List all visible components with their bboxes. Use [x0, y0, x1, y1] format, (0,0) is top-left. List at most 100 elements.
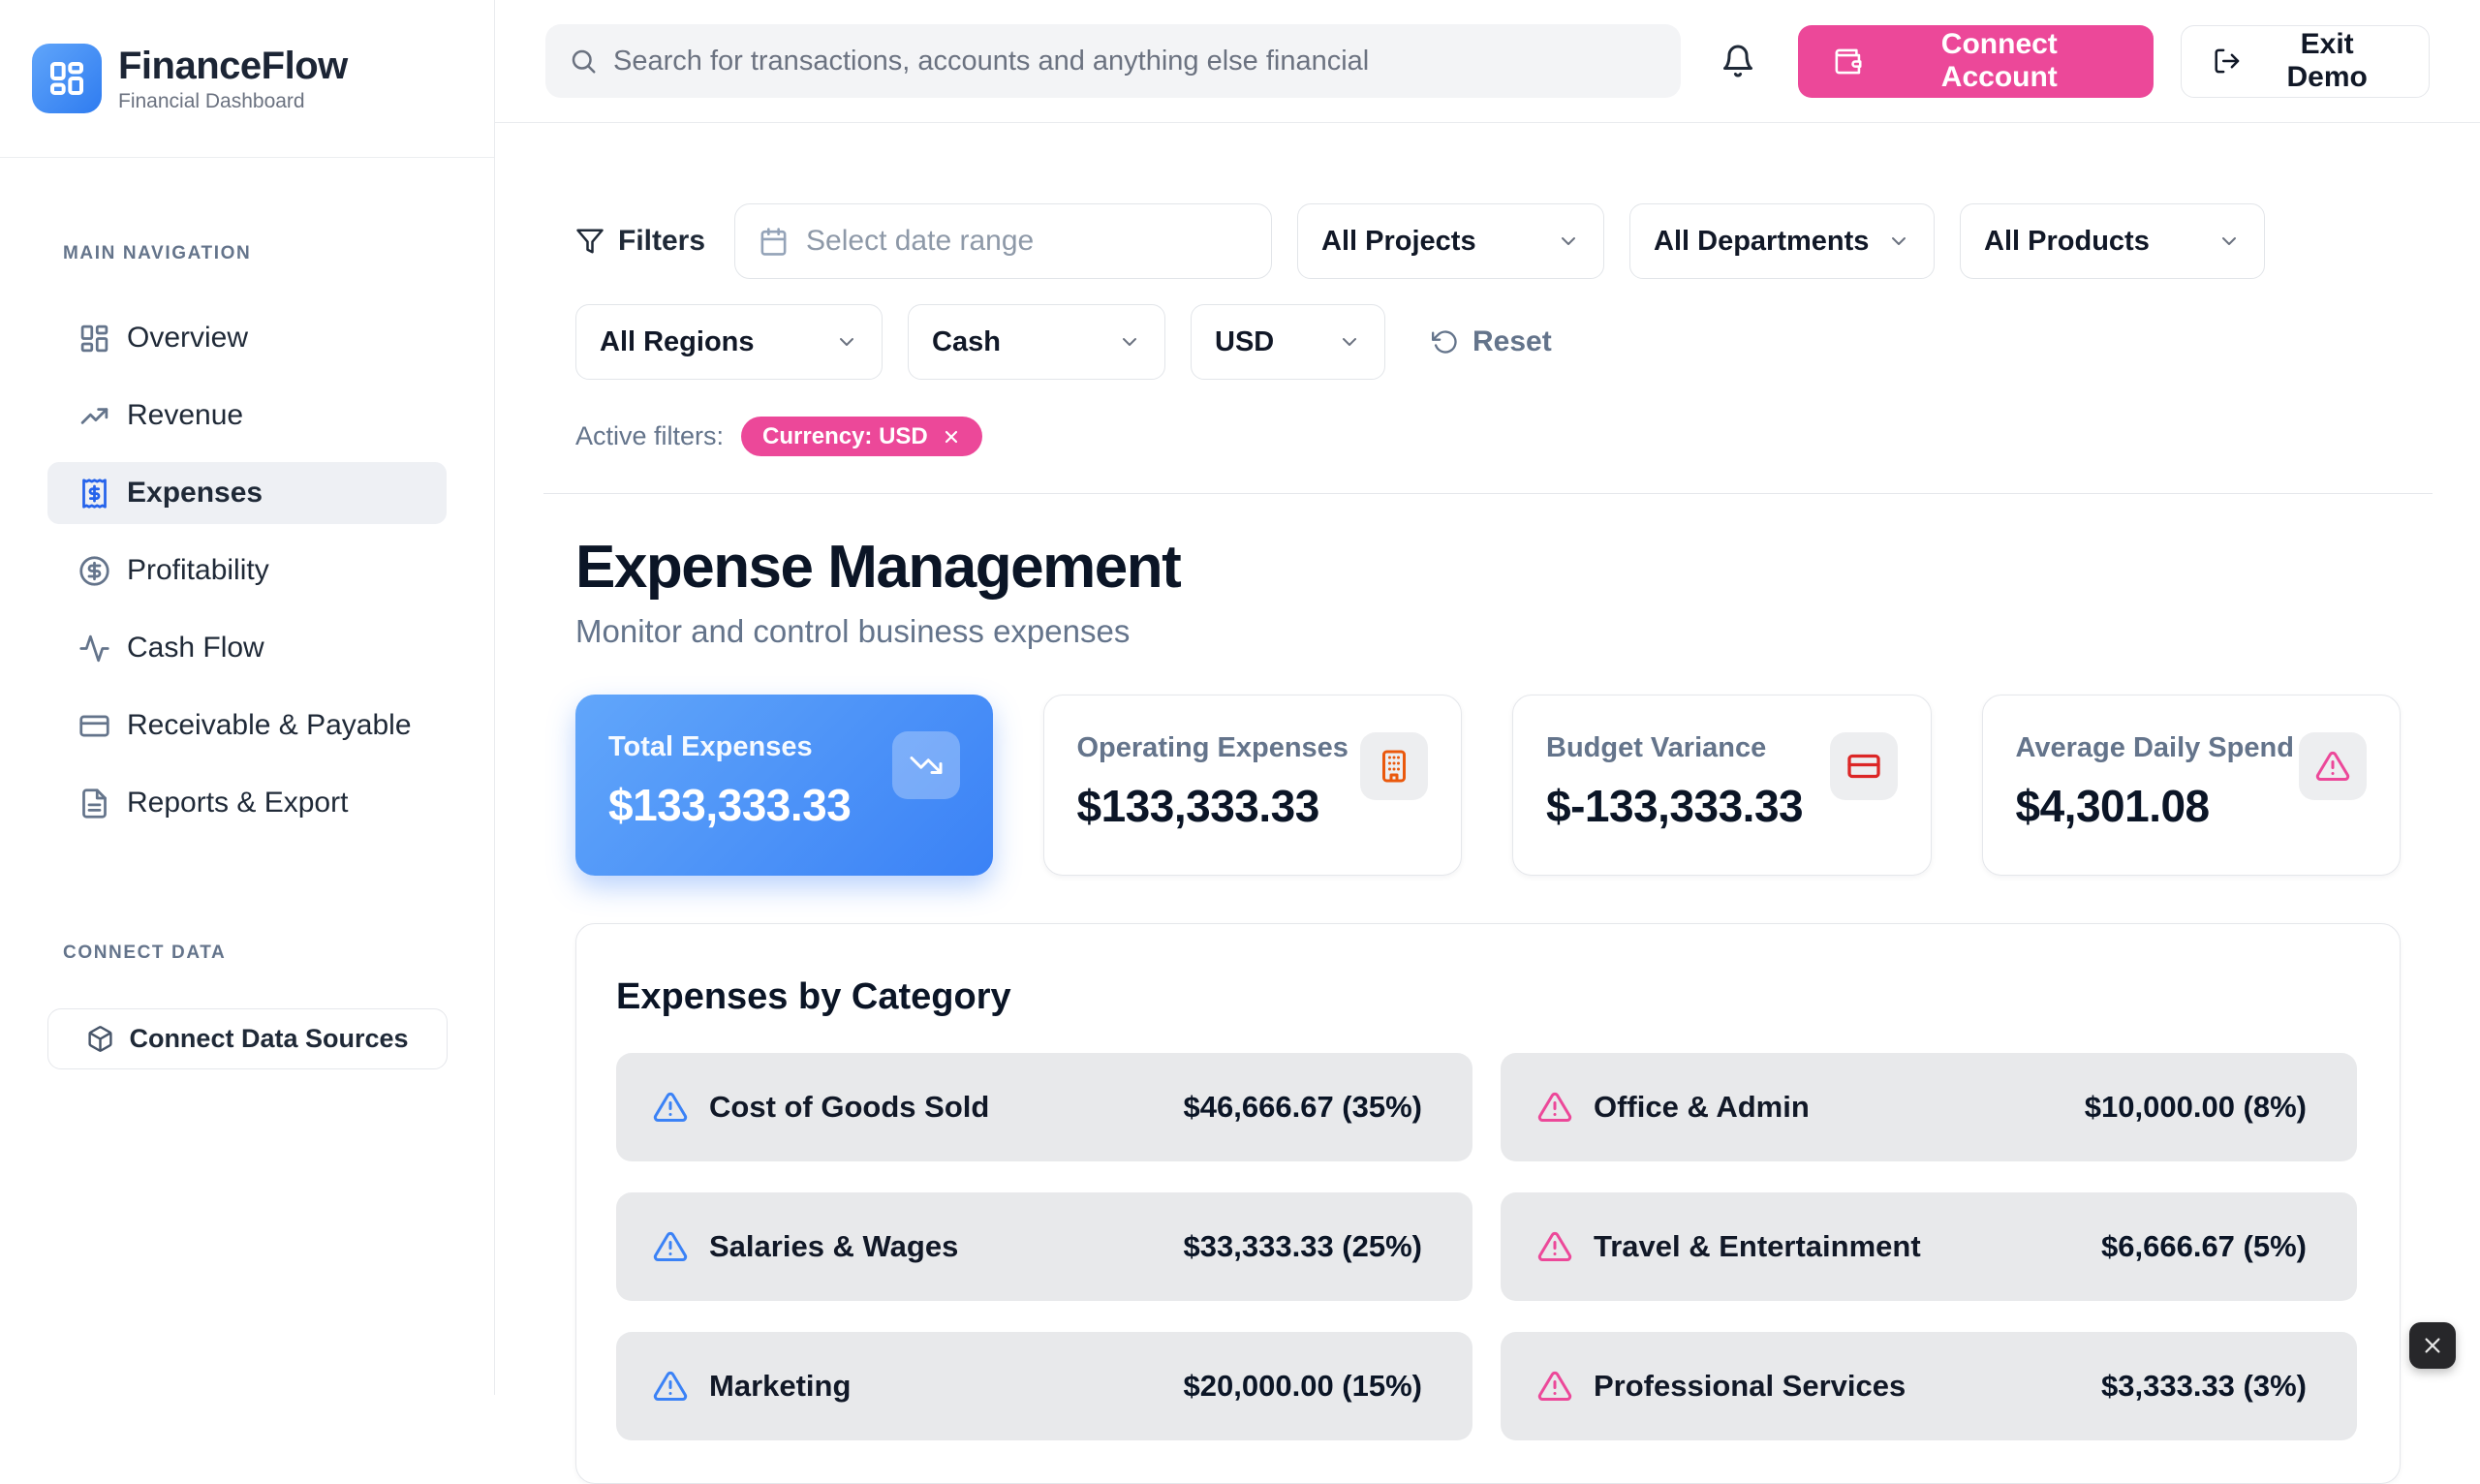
alert-triangle-icon: [1537, 1090, 1572, 1125]
category-row-office-admin: Office & Admin $10,000.00 (8%): [1501, 1053, 2357, 1161]
page-subtitle: Monitor and control business expenses: [575, 613, 2401, 650]
activity-icon: [78, 633, 110, 665]
connect-data-heading: CONNECT DATA: [47, 943, 447, 964]
sidebar-item-label: Cash Flow: [127, 632, 264, 665]
payment-method-dropdown-value: Cash: [932, 326, 1001, 358]
sidebar-item-profitability[interactable]: Profitability: [47, 540, 447, 602]
currency-filter-chip[interactable]: Currency: USD: [741, 417, 982, 456]
connect-account-label: Connect Account: [1880, 28, 2119, 94]
credit-card-icon: [1846, 749, 1881, 784]
metric-card-total-expenses[interactable]: Total Expenses $133,333.33: [575, 695, 993, 876]
topbar: Connect Account Exit Demo: [495, 0, 2480, 123]
chip-close-icon[interactable]: [942, 427, 961, 447]
app-logo: FinanceFlow Financial Dashboard: [0, 0, 494, 158]
sidebar-item-label: Profitability: [127, 554, 269, 587]
active-filters-label: Active filters:: [575, 421, 724, 451]
filters-label: Filters: [618, 225, 705, 258]
sidebar-item-cash-flow[interactable]: Cash Flow: [47, 617, 447, 679]
metric-icon-tile: [1360, 732, 1428, 800]
category-row-salaries-wages: Salaries & Wages $33,333.33 (25%): [616, 1192, 1472, 1301]
main-navigation: Overview Revenue Expenses Profitability …: [47, 307, 447, 834]
receipt-icon: [78, 478, 110, 510]
date-range-input[interactable]: [806, 225, 1248, 258]
app-tagline: Financial Dashboard: [118, 90, 348, 113]
cube-icon: [86, 1025, 114, 1053]
chevron-down-icon: [1887, 230, 1910, 253]
products-dropdown[interactable]: All Products: [1960, 203, 2265, 279]
logo-tile: [32, 44, 102, 113]
close-icon: [2422, 1335, 2443, 1356]
regions-dropdown[interactable]: All Regions: [575, 304, 883, 380]
metric-icon-tile: [892, 731, 960, 799]
alert-triangle-icon: [653, 1229, 688, 1264]
exit-demo-label: Exit Demo: [2256, 28, 2398, 94]
reset-filters-button[interactable]: Reset: [1432, 325, 1552, 358]
metric-icon-tile: [1830, 732, 1898, 800]
sidebar-item-label: Receivable & Payable: [127, 709, 412, 742]
metric-cards-row: Total Expenses $133,333.33 Operating Exp…: [575, 695, 2401, 876]
building-icon: [1377, 749, 1411, 784]
connect-account-button[interactable]: Connect Account: [1798, 25, 2153, 98]
sidebar-item-overview[interactable]: Overview: [47, 307, 447, 369]
category-row-professional-services: Professional Services $3,333.33 (3%): [1501, 1332, 2357, 1440]
currency-dropdown-value: USD: [1215, 326, 1274, 358]
connect-data-sources-label: Connect Data Sources: [129, 1024, 408, 1054]
dashboard-grid-icon: [78, 323, 110, 355]
alert-triangle-icon: [653, 1369, 688, 1404]
main-navigation-heading: MAIN NAVIGATION: [47, 243, 447, 264]
metric-icon-tile: [2299, 732, 2367, 800]
expenses-by-category-panel: Expenses by Category Cost of Goods Sold …: [575, 923, 2401, 1484]
chevron-down-icon: [1557, 230, 1580, 253]
dashboard-logo-icon: [47, 59, 86, 98]
search-box: [545, 24, 1681, 98]
metric-card-operating-expenses[interactable]: Operating Expenses $133,333.33: [1043, 695, 1463, 876]
search-icon: [569, 46, 598, 76]
alert-triangle-icon: [653, 1090, 688, 1125]
category-row-cost-of-goods-sold: Cost of Goods Sold $46,666.67 (35%): [616, 1053, 1472, 1161]
category-value: $6,666.67 (5%): [2101, 1229, 2307, 1264]
category-name: Salaries & Wages: [709, 1229, 958, 1264]
metric-card-budget-variance[interactable]: Budget Variance $-133,333.33: [1512, 695, 1932, 876]
category-name: Office & Admin: [1594, 1090, 1810, 1125]
close-button[interactable]: [2409, 1322, 2456, 1369]
category-name: Travel & Entertainment: [1594, 1229, 1921, 1264]
category-value: $10,000.00 (8%): [2085, 1090, 2307, 1125]
page-title: Expense Management: [575, 533, 2401, 602]
sidebar-item-receivable-payable[interactable]: Receivable & Payable: [47, 695, 447, 757]
sidebar-item-reports-export[interactable]: Reports & Export: [47, 772, 447, 834]
file-text-icon: [78, 788, 110, 819]
search-input[interactable]: [613, 46, 1658, 77]
connect-data-sources-button[interactable]: Connect Data Sources: [47, 1008, 448, 1069]
category-value: $20,000.00 (15%): [1184, 1369, 1422, 1404]
regions-dropdown-value: All Regions: [600, 326, 755, 358]
projects-dropdown-value: All Projects: [1321, 226, 1476, 258]
sidebar-item-expenses[interactable]: Expenses: [47, 462, 447, 524]
expenses-by-category-title: Expenses by Category: [616, 976, 2357, 1018]
alert-triangle-icon: [1537, 1229, 1572, 1264]
departments-dropdown[interactable]: All Departments: [1629, 203, 1935, 279]
notifications-button[interactable]: [1718, 40, 1760, 82]
wallet-icon: [1833, 46, 1863, 77]
alert-triangle-icon: [2315, 749, 2350, 784]
funnel-icon: [575, 227, 604, 256]
app-name: FinanceFlow: [118, 45, 348, 87]
currency-dropdown[interactable]: USD: [1191, 304, 1385, 380]
active-filters-row: Active filters: Currency: USD: [575, 417, 2401, 456]
metric-card-average-daily-spend[interactable]: Average Daily Spend $4,301.08: [1982, 695, 2402, 876]
category-value: $3,333.33 (3%): [2101, 1369, 2307, 1404]
sidebar-item-label: Overview: [127, 322, 248, 355]
filters-title: Filters: [575, 225, 705, 258]
category-name: Marketing: [709, 1369, 851, 1404]
exit-demo-button[interactable]: Exit Demo: [2181, 25, 2430, 98]
category-value: $46,666.67 (35%): [1184, 1090, 1422, 1125]
products-dropdown-value: All Products: [1984, 226, 2150, 258]
sidebar-item-label: Revenue: [127, 399, 243, 432]
filters-row-2: All Regions Cash USD Reset: [575, 304, 2401, 380]
payment-method-dropdown[interactable]: Cash: [908, 304, 1165, 380]
projects-dropdown[interactable]: All Projects: [1297, 203, 1604, 279]
chevron-down-icon: [1338, 330, 1361, 354]
category-row-marketing: Marketing $20,000.00 (15%): [616, 1332, 1472, 1440]
calendar-icon: [759, 227, 789, 257]
sidebar-item-revenue[interactable]: Revenue: [47, 385, 447, 447]
category-name: Cost of Goods Sold: [709, 1090, 989, 1125]
